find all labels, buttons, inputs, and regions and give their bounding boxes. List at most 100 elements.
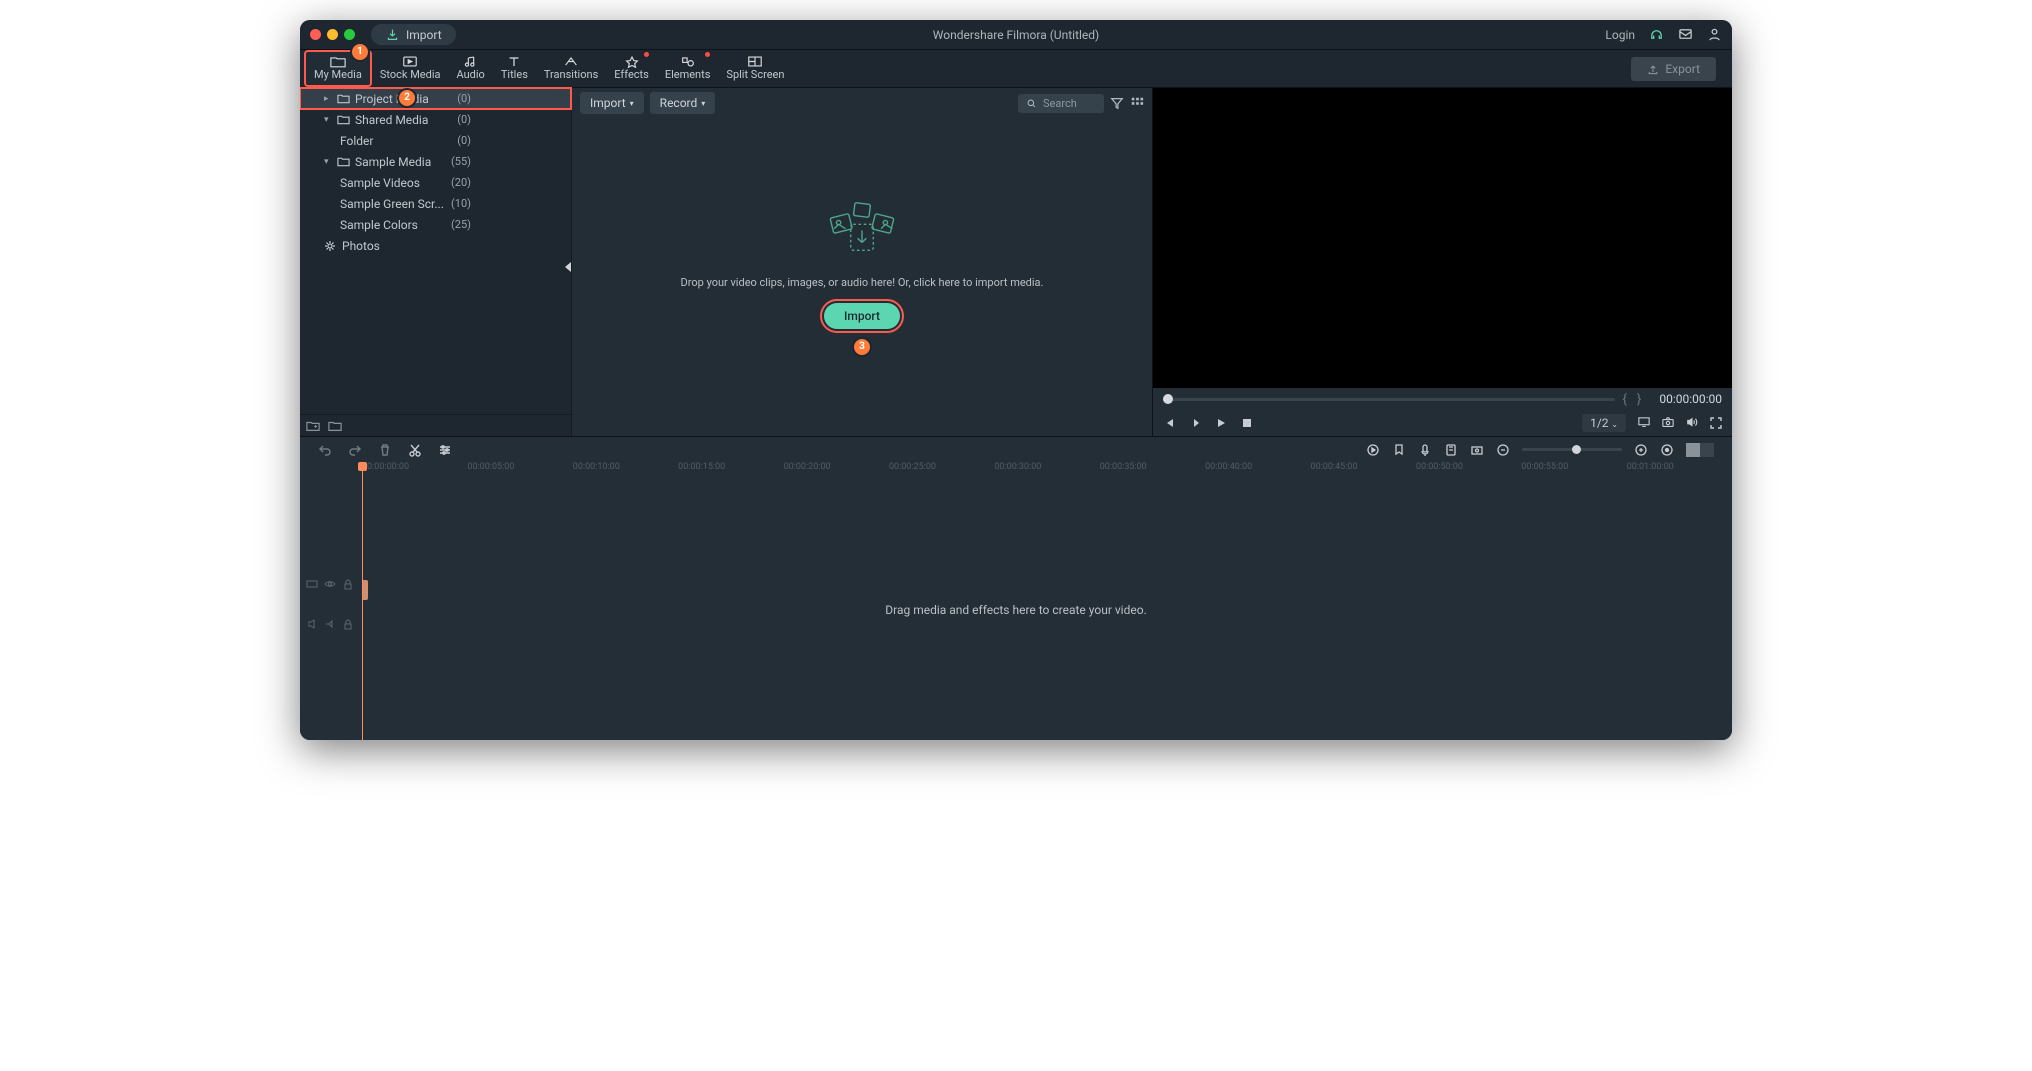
- filter-icon[interactable]: [1110, 96, 1124, 110]
- tab-transitions[interactable]: Transitions: [536, 50, 606, 87]
- callout-2: 2: [399, 90, 415, 106]
- import-media-button[interactable]: Import: [824, 303, 900, 329]
- grid-view-icon[interactable]: [1130, 96, 1144, 110]
- stop-icon[interactable]: [1241, 417, 1253, 429]
- lock-icon[interactable]: [342, 618, 354, 630]
- chevron-icon[interactable]: ▾: [324, 115, 332, 125]
- chevron-icon[interactable]: ▾: [324, 157, 332, 167]
- sidebar-item-count: (25): [451, 218, 563, 231]
- preview-scrub-track[interactable]: [1163, 398, 1615, 401]
- preview-ratio-select[interactable]: 1/2 ⌄: [1582, 414, 1626, 432]
- fullscreen-icon[interactable]: [1710, 417, 1722, 429]
- minimize-window[interactable]: [327, 29, 338, 40]
- tab-audio[interactable]: Audio: [449, 50, 493, 87]
- marker-icon[interactable]: [1392, 443, 1406, 457]
- headset-icon[interactable]: [1649, 27, 1664, 42]
- chevron-icon[interactable]: ▸: [324, 94, 332, 104]
- sidebar-item[interactable]: ▾Shared Media(0): [300, 109, 571, 130]
- sidebar-item[interactable]: Photos: [300, 235, 571, 256]
- window-title: Wondershare Filmora (Untitled): [933, 28, 1099, 42]
- sidebar-item[interactable]: ▸Project Media(0)2: [300, 88, 571, 109]
- tab-stock-media[interactable]: Stock Media: [372, 50, 449, 87]
- play-icon[interactable]: [1215, 417, 1227, 429]
- tab-label: My Media: [314, 69, 362, 81]
- message-icon[interactable]: [1678, 27, 1693, 42]
- voiceover-icon[interactable]: [1418, 443, 1432, 457]
- sidebar-item-count: (0): [457, 92, 563, 105]
- preview-scrub-knob[interactable]: [1163, 394, 1173, 404]
- my-media-icon: [330, 54, 346, 68]
- sidebar-item-label: Sample Videos: [340, 176, 420, 190]
- ruler-mark: 00:00:05:00: [467, 462, 572, 480]
- user-icon[interactable]: [1707, 27, 1722, 42]
- timeline-ruler[interactable]: 00:00:00:0000:00:05:0000:00:10:0000:00:1…: [300, 462, 1732, 480]
- timeline-empty-text: Drag media and effects here to create yo…: [885, 603, 1146, 617]
- titlebar-right: Login: [1605, 27, 1722, 42]
- split-screen-icon: [747, 54, 763, 68]
- tab-titles[interactable]: Titles: [493, 50, 536, 87]
- media-drop-area[interactable]: Drop your video clips, images, or audio …: [572, 118, 1152, 436]
- tab-effects[interactable]: Effects: [606, 50, 657, 87]
- lock-icon[interactable]: [342, 578, 354, 590]
- new-folder-icon[interactable]: [306, 420, 320, 432]
- preview-display-icon[interactable]: [1638, 417, 1650, 429]
- undo-icon[interactable]: [318, 443, 332, 457]
- tab-label: Transitions: [544, 69, 598, 81]
- folder-icon[interactable]: [328, 420, 342, 432]
- delete-icon[interactable]: [378, 443, 392, 457]
- login-link[interactable]: Login: [1605, 28, 1635, 42]
- crop-icon[interactable]: [1470, 443, 1484, 457]
- sidebar-bottom-bar: [300, 414, 571, 436]
- visibility-icon[interactable]: [324, 578, 336, 590]
- sidebar-item[interactable]: Sample Colors (25): [300, 214, 571, 235]
- audio-track-header[interactable]: [300, 618, 358, 630]
- sidebar-item-count: (20): [451, 176, 563, 189]
- edit-tools-icon[interactable]: [438, 443, 452, 457]
- zoom-in-icon[interactable]: [1634, 443, 1648, 457]
- tab-split-screen[interactable]: Split Screen: [718, 50, 792, 87]
- timeline-playhead[interactable]: [362, 462, 363, 740]
- ruler-mark: 00:00:55:00: [1521, 462, 1626, 480]
- cut-icon[interactable]: [408, 443, 422, 457]
- mixer-icon[interactable]: [1444, 443, 1458, 457]
- import-dropdown[interactable]: Import▾: [580, 92, 644, 114]
- zoom-knob[interactable]: [1572, 445, 1581, 454]
- drop-hint-text: Drop your video clips, images, or audio …: [681, 276, 1044, 289]
- snapshot-icon[interactable]: [1662, 417, 1674, 429]
- mute-icon[interactable]: [324, 618, 336, 630]
- sidebar-item[interactable]: Folder(0): [300, 130, 571, 151]
- volume-icon[interactable]: [1686, 417, 1698, 429]
- effects-icon: [624, 54, 640, 68]
- zoom-out-icon[interactable]: [1496, 443, 1510, 457]
- titlebar-import-button[interactable]: Import: [371, 24, 456, 45]
- stock-media-icon: [402, 54, 418, 68]
- timeline-view-toggle[interactable]: [1686, 443, 1714, 457]
- export-button[interactable]: Export: [1631, 57, 1716, 81]
- sidebar-item-label: Sample Colors: [340, 218, 418, 232]
- tab-label: Stock Media: [380, 69, 441, 81]
- render-icon[interactable]: [1366, 443, 1380, 457]
- timeline-body[interactable]: Drag media and effects here to create yo…: [300, 480, 1732, 740]
- sidebar-item-label: Shared Media: [355, 113, 428, 127]
- sidebar-item[interactable]: Sample Green Scr...(10): [300, 193, 571, 214]
- maximize-window[interactable]: [344, 29, 355, 40]
- timeline-track-headers: [300, 578, 358, 630]
- import-button-highlight: Import: [820, 299, 904, 333]
- prev-frame-icon[interactable]: [1163, 417, 1175, 429]
- preview-video[interactable]: [1153, 88, 1732, 388]
- gear-icon: [324, 240, 337, 251]
- sidebar-item-label: Sample Green Scr...: [340, 197, 444, 211]
- record-dropdown[interactable]: Record▾: [650, 92, 716, 114]
- zoom-slider[interactable]: [1522, 448, 1622, 451]
- sidebar-item[interactable]: Sample Videos (20): [300, 172, 571, 193]
- close-window[interactable]: [310, 29, 321, 40]
- video-track-header[interactable]: [300, 578, 358, 590]
- tab-label: Effects: [614, 69, 649, 81]
- sidebar-item[interactable]: ▾Sample Media(55): [300, 151, 571, 172]
- step-back-icon[interactable]: [1189, 417, 1201, 429]
- collapse-sidebar-icon[interactable]: [565, 262, 571, 272]
- tab-elements[interactable]: Elements: [657, 50, 719, 87]
- zoom-fit-icon[interactable]: [1660, 443, 1674, 457]
- redo-icon[interactable]: [348, 443, 362, 457]
- search-input[interactable]: Search: [1018, 94, 1104, 113]
